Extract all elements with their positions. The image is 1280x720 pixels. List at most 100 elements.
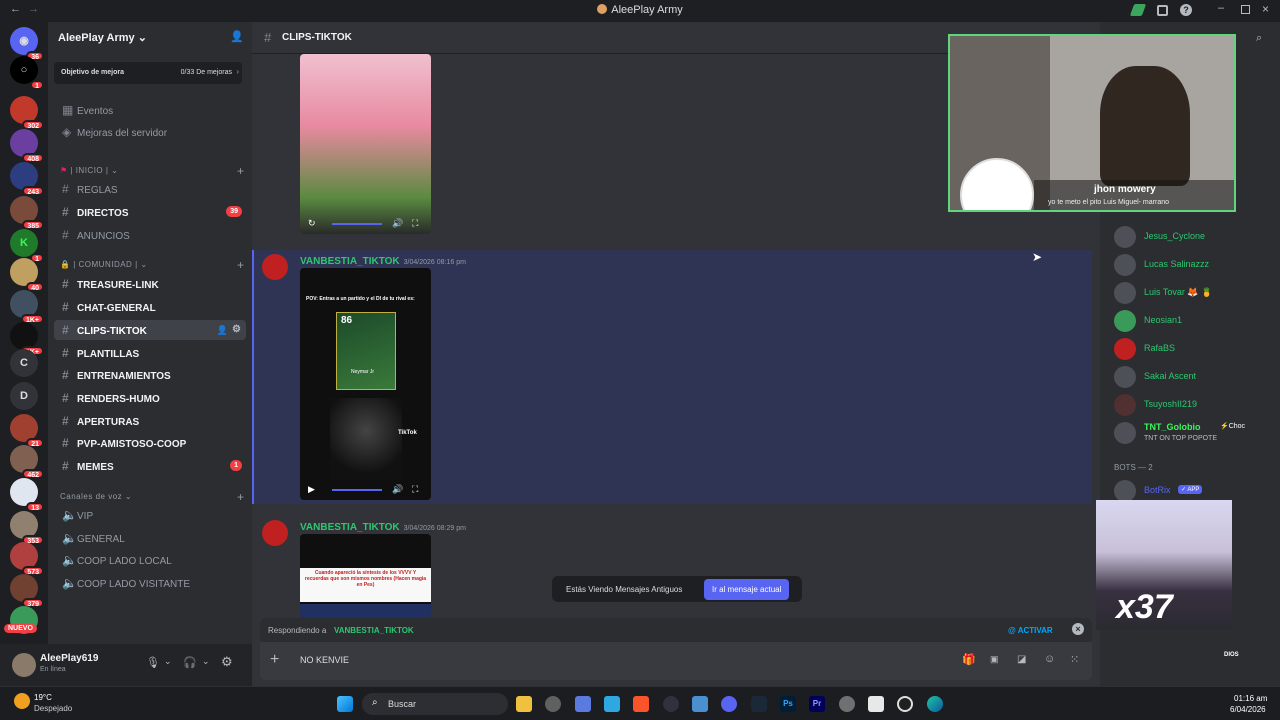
file-explorer-icon[interactable]: [516, 696, 532, 712]
fullscreen-icon[interactable]: ⛶: [412, 484, 418, 495]
server-icon-8[interactable]: 1K+: [10, 290, 44, 324]
chevron-down-icon[interactable]: ⌄: [202, 656, 210, 667]
channel-directos[interactable]: # DIRECTOS 39: [54, 202, 246, 222]
server-icon-d[interactable]: D: [10, 382, 38, 410]
gift-icon[interactable]: 🎁: [962, 653, 976, 666]
discord-icon[interactable]: [721, 696, 737, 712]
channel-clips-tiktok[interactable]: # CLIPS-TIKTOK 👤 ⚙: [54, 320, 246, 340]
premiere-icon[interactable]: Pr: [809, 696, 825, 712]
speaker-icon[interactable]: 🔊: [392, 484, 403, 495]
server-icon-13[interactable]: 353: [10, 511, 44, 545]
channel-plantillas[interactable]: # PLANTILLAS: [54, 343, 246, 363]
server-icon-6[interactable]: K1: [10, 229, 44, 263]
emoji-icon[interactable]: ☺: [1044, 653, 1055, 665]
channel-anuncios[interactable]: # ANUNCIOS: [54, 225, 246, 245]
category-comunidad[interactable]: 🔒 | COMUNIDAD | ⌄: [60, 260, 148, 269]
server-icon-11[interactable]: 462: [10, 445, 44, 479]
channel-aperturas[interactable]: # APERTURAS: [54, 411, 246, 431]
settings-icon[interactable]: [839, 696, 855, 712]
server-icon-5[interactable]: 385: [10, 196, 44, 230]
replay-icon[interactable]: ↻: [308, 218, 316, 229]
channel-memes[interactable]: # MEMES 1: [54, 456, 246, 476]
category-inicio[interactable]: ⚑ | INICIO | ⌄: [60, 166, 118, 175]
gear-icon[interactable]: ⚙: [232, 320, 241, 340]
message-input[interactable]: NO KENVIE: [300, 655, 349, 665]
maximize-icon[interactable]: [1241, 5, 1250, 14]
member-item[interactable]: TsuyoshII219: [1114, 392, 1274, 418]
member-item[interactable]: Lucas Salinazzz: [1114, 252, 1274, 278]
apps-icon[interactable]: ⁙: [1070, 653, 1079, 666]
close-icon[interactable]: ×: [1262, 2, 1269, 16]
edge-icon[interactable]: [927, 696, 943, 712]
channel-reglas[interactable]: # REGLAS: [54, 179, 246, 199]
channel-chat-general[interactable]: # CHAT-GENERAL: [54, 297, 246, 317]
fullscreen-icon[interactable]: ⛶: [412, 218, 418, 229]
server-icon-14[interactable]: 573: [10, 542, 44, 576]
video-player[interactable]: Cuando apareció la síntesis de los VVVV …: [300, 534, 431, 618]
channel-entrenamientos[interactable]: # ENTRENAMIENTOS: [54, 365, 246, 385]
member-item[interactable]: Sakai Ascent: [1114, 364, 1274, 390]
events-link[interactable]: ▦ Eventos: [54, 100, 246, 120]
microphone-icon[interactable]: 🎙: [146, 656, 160, 669]
gif-icon[interactable]: ▣: [990, 654, 999, 665]
app-icon[interactable]: [604, 696, 620, 712]
github-icon[interactable]: [545, 696, 561, 712]
server-icon-9[interactable]: 1K+: [10, 322, 44, 356]
member-item[interactable]: Neosian1: [1114, 308, 1274, 334]
dm-home-icon[interactable]: ◉ 36: [10, 27, 44, 61]
invite-people-icon[interactable]: 👤: [230, 30, 244, 43]
attach-plus-icon[interactable]: +: [270, 651, 279, 669]
channel-renders-humo[interactable]: # RENDERS-HUMO: [54, 388, 246, 408]
volume-slider[interactable]: [332, 489, 382, 491]
server-icon-1[interactable]: ○ 1: [10, 56, 44, 90]
server-icon-15[interactable]: 379: [10, 574, 44, 608]
minimize-icon[interactable]: –: [1218, 2, 1224, 14]
cancel-reply-icon[interactable]: ×: [1072, 623, 1084, 635]
server-icon-7[interactable]: 40: [10, 258, 44, 292]
channel-pvp-amistoso-coop[interactable]: # PVP-AMISTOSO-COOP: [54, 433, 246, 453]
video-player[interactable]: POV: Entras a un partido y el DI de tu r…: [300, 268, 431, 500]
avatar[interactable]: [262, 254, 288, 280]
weather-icon[interactable]: [14, 693, 30, 709]
windows-start-icon[interactable]: [337, 696, 353, 712]
add-channel-icon[interactable]: +: [237, 258, 244, 272]
avatar[interactable]: [262, 520, 288, 546]
server-icon-3[interactable]: 408: [10, 129, 44, 163]
taskbar-search[interactable]: ⌕ Buscar: [362, 693, 508, 715]
server-icon-10[interactable]: 21: [10, 414, 44, 448]
media-player-icon[interactable]: [897, 696, 913, 712]
sticker-icon[interactable]: ◪: [1017, 654, 1026, 665]
play-icon[interactable]: ▶: [308, 484, 315, 495]
invite-icon[interactable]: 👤: [217, 320, 228, 340]
app-icon[interactable]: [575, 696, 591, 712]
voice-channel-coop-visitante[interactable]: 🔈COOP LADO VISITANTE: [54, 573, 246, 593]
message-author[interactable]: VANBESTIA_TIKTOK: [300, 256, 400, 267]
search-icon[interactable]: ⌕: [1256, 32, 1262, 45]
jump-to-present-button[interactable]: Ir al mensaje actual: [704, 579, 790, 600]
server-boosts-link[interactable]: ◈ Mejoras del servidor: [54, 122, 246, 142]
member-item[interactable]: RafaBS: [1114, 336, 1274, 362]
member-item[interactable]: Luis Tovar 🦊 🍍: [1114, 280, 1274, 306]
volume-slider[interactable]: [332, 223, 382, 225]
boost-goal[interactable]: Objetivo de mejora 0/33 De mejoras ›: [54, 62, 242, 84]
category-voice[interactable]: Canales de voz ⌄: [60, 492, 132, 501]
help-icon[interactable]: ?: [1180, 4, 1192, 16]
server-icon-c[interactable]: C: [10, 349, 38, 377]
speaker-icon[interactable]: 🔊: [392, 218, 403, 229]
channel-treasure-link[interactable]: # TREASURE-LINK: [54, 274, 246, 294]
voice-channel-coop-local[interactable]: 🔈COOP LADO LOCAL: [54, 550, 246, 570]
gear-icon[interactable]: ⚙: [221, 654, 233, 670]
server-icon-4[interactable]: 243: [10, 162, 44, 196]
message-author[interactable]: VANBESTIA_TIKTOK: [300, 522, 400, 533]
avatar[interactable]: [12, 653, 36, 677]
headphones-icon[interactable]: 🎧: [183, 656, 197, 669]
inbox-icon[interactable]: [1157, 5, 1168, 16]
chevron-down-icon[interactable]: ⌄: [164, 656, 172, 667]
mention-toggle[interactable]: @ ACTIVAR: [1008, 626, 1053, 635]
steam-icon[interactable]: [751, 696, 767, 712]
app-icon[interactable]: [663, 696, 679, 712]
voice-channel-general[interactable]: 🔈GENERAL: [54, 528, 246, 548]
add-channel-icon[interactable]: +: [237, 490, 244, 504]
server-icon-2[interactable]: 302: [10, 96, 44, 130]
video-player[interactable]: ↻ 🔊 ⛶: [300, 54, 431, 234]
